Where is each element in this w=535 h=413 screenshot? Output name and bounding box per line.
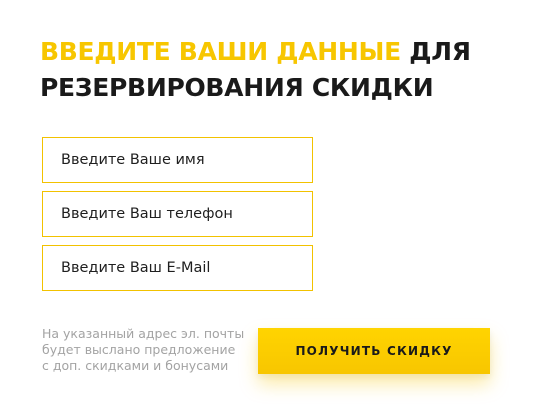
offer-note-line: На указанный адрес эл. почты [42, 326, 245, 341]
offer-note-line: будет выслано предложение [42, 342, 236, 357]
email-input[interactable] [42, 245, 313, 291]
heading-rest: ДЛЯ [409, 37, 471, 66]
heading-line2: РЕЗЕРВИРОВАНИЯ СКИДКИ [40, 73, 434, 102]
heading-accent: ВВЕДИТЕ ВАШИ ДАННЫЕ [40, 37, 401, 66]
phone-input[interactable] [42, 191, 313, 237]
offer-note-line: с доп. скидками и бонусами [42, 358, 229, 373]
name-input[interactable] [42, 137, 313, 183]
offer-note: На указанный адрес эл. почты будет высла… [42, 326, 257, 374]
form-heading: ВВЕДИТЕ ВАШИ ДАННЫЕ ДЛЯ РЕЗЕРВИРОВАНИЯ СК… [40, 34, 520, 106]
get-discount-button[interactable]: ПОЛУЧИТЬ СКИДКУ [258, 328, 490, 374]
